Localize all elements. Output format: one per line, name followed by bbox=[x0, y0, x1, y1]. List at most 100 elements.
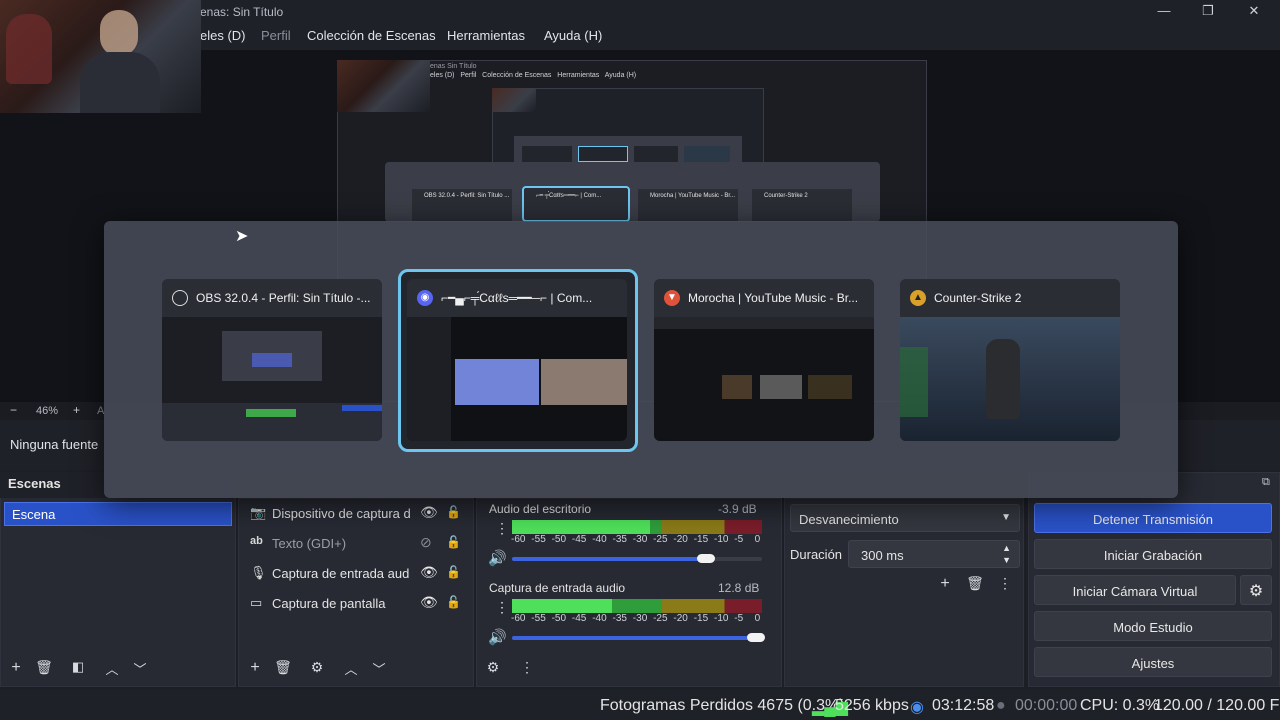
move-up-icon[interactable]: ︿ bbox=[340, 659, 362, 681]
source-item[interactable]: ab Texto (GDI+) ⊘ 🔓 bbox=[248, 532, 472, 556]
speaker-icon[interactable]: 🔊 bbox=[488, 549, 507, 567]
no-source-label: Ninguna fuente bbox=[10, 437, 99, 452]
chevron-down-icon: ▼ bbox=[1001, 512, 1011, 523]
switcher-card-cs2[interactable]: Counter-Strike 2 ▲ bbox=[900, 279, 1120, 441]
move-up-icon[interactable]: ︿ bbox=[101, 659, 123, 681]
source-item[interactable]: 📷 Dispositivo de captura d 👁 🔓 bbox=[248, 502, 472, 526]
source-settings-icon[interactable]: ⚙ bbox=[306, 659, 328, 681]
source-item[interactable]: 🎙 Captura de entrada aud 👁 🔓 bbox=[248, 562, 472, 586]
meter-tick-label: -45 bbox=[571, 534, 587, 545]
volume-slider-2[interactable] bbox=[512, 633, 765, 642]
menu-herramientas[interactable]: Herramientas bbox=[447, 28, 525, 43]
mixer-menu-icon[interactable]: ⋮ bbox=[495, 599, 509, 616]
card-thumbnail bbox=[162, 317, 382, 441]
mixer-settings-icon[interactable]: ⚙ bbox=[482, 659, 504, 681]
switcher-card-brave[interactable]: Morocha | YouTube Music - Br... ▼ bbox=[654, 279, 874, 441]
mixer-channel-name: Captura de entrada audio bbox=[489, 581, 626, 595]
nested-menu-item: Herramientas bbox=[557, 72, 600, 79]
start-virtualcam-button[interactable]: Iniciar Cámara Virtual bbox=[1034, 575, 1236, 605]
nested-menu-item: Colección de Escenas bbox=[482, 72, 552, 79]
source-label: Captura de entrada aud bbox=[272, 566, 410, 581]
eye-icon[interactable]: 👁 bbox=[420, 504, 438, 521]
source-label: Captura de pantalla bbox=[272, 596, 386, 611]
source-item[interactable]: ▭ Captura de pantalla 👁 🔓 bbox=[248, 592, 472, 616]
meter-tick-label: -35 bbox=[612, 613, 627, 624]
stream-icon: ◉ bbox=[910, 699, 924, 716]
delete-transition-button[interactable]: 🗑 bbox=[964, 575, 986, 597]
duration-value: 300 ms bbox=[861, 548, 904, 563]
studio-mode-button[interactable]: Modo Estudio bbox=[1034, 611, 1272, 641]
transition-select-value: Desvanecimiento bbox=[799, 512, 899, 527]
add-transition-button[interactable]: + bbox=[934, 575, 956, 597]
lock-icon[interactable]: 🔓 bbox=[446, 535, 461, 549]
obs-icon bbox=[172, 290, 188, 306]
eye-hidden-icon[interactable]: ⊘ bbox=[420, 534, 432, 551]
card-title: OBS 32.0.4 - Perfil: Sin Título -... bbox=[162, 279, 382, 317]
undock-icon[interactable]: ⧉ bbox=[1262, 476, 1270, 489]
lock-icon[interactable]: 🔓 bbox=[446, 595, 461, 609]
move-down-icon[interactable]: ﹀ bbox=[368, 659, 390, 681]
nested-menu-item: Ayuda (H) bbox=[604, 72, 637, 79]
window-title: enas: Sin Título bbox=[200, 5, 284, 19]
eye-icon[interactable]: 👁 bbox=[420, 564, 438, 581]
scene-item[interactable]: Escena bbox=[4, 502, 232, 526]
lock-icon[interactable]: 🔓 bbox=[446, 505, 461, 519]
meter-tick-label: -50 bbox=[551, 613, 567, 624]
close-button[interactable]: ✕ bbox=[1244, 3, 1264, 21]
zoom-out-button[interactable]: − bbox=[10, 403, 17, 417]
transition-select[interactable]: Desvanecimiento ▼ bbox=[790, 504, 1020, 532]
zoom-level: 46% bbox=[36, 405, 59, 417]
webcam-feed-image bbox=[0, 0, 201, 113]
add-source-button[interactable]: + bbox=[244, 659, 266, 681]
mixer-menu-icon[interactable]: ⋮ bbox=[495, 520, 509, 537]
nested-webcam-2 bbox=[492, 88, 536, 112]
menu-paneles[interactable]: eles (D) bbox=[200, 28, 246, 43]
filter-scene-icon[interactable]: ◧ bbox=[67, 659, 89, 681]
duration-label: Duración bbox=[790, 547, 843, 562]
minimize-button[interactable]: — bbox=[1154, 3, 1174, 21]
meter-tick-label: -5 bbox=[734, 613, 744, 624]
menu-ayuda[interactable]: Ayuda (H) bbox=[544, 28, 602, 43]
source-label: Texto (GDI+) bbox=[272, 536, 347, 551]
add-scene-button[interactable]: + bbox=[5, 659, 27, 681]
stop-stream-button[interactable]: Detener Transmisión bbox=[1034, 503, 1272, 533]
meter-tick-label: -15 bbox=[693, 613, 709, 624]
meter-tick-label: -45 bbox=[571, 613, 587, 624]
switcher-card-obs[interactable]: OBS 32.0.4 - Perfil: Sin Título -... bbox=[162, 279, 382, 441]
nested-mini-card bbox=[634, 146, 678, 162]
card-title: Counter-Strike 2 bbox=[900, 279, 1120, 317]
virtualcam-settings-icon[interactable]: ⚙ bbox=[1240, 575, 1272, 605]
volume-slider-1[interactable] bbox=[512, 554, 762, 563]
bitrate: 5256 kbps bbox=[835, 697, 909, 714]
start-recording-button[interactable]: Iniciar Grabación bbox=[1034, 539, 1272, 569]
eye-icon[interactable]: 👁 bbox=[420, 594, 438, 611]
audio-meter-1 bbox=[512, 520, 762, 534]
mixer-more-icon[interactable]: ⋮ bbox=[516, 659, 538, 681]
volume-knob[interactable] bbox=[747, 633, 765, 642]
delete-scene-button[interactable]: 🗑 bbox=[33, 659, 55, 681]
meter-tick-label: -40 bbox=[592, 534, 607, 545]
move-down-icon[interactable]: ﹀ bbox=[129, 659, 151, 681]
nested-menu-item: eles (D) bbox=[430, 72, 455, 79]
volume-knob[interactable] bbox=[697, 554, 715, 563]
audio-meter-2 bbox=[512, 599, 762, 613]
speaker-icon[interactable]: 🔊 bbox=[488, 628, 507, 646]
lock-icon[interactable]: 🔓 bbox=[446, 565, 461, 579]
transition-more-icon[interactable]: ⋮ bbox=[994, 575, 1016, 597]
nested-mini-card bbox=[684, 146, 730, 162]
switcher-card-discord[interactable]: ⌐━▄⌐╤́Ϲαℓℓѕ═━━─⌐ | Com... ◉ bbox=[407, 279, 627, 441]
nested-title: enas Sin Título bbox=[430, 63, 477, 70]
restore-button[interactable]: ❐ bbox=[1198, 3, 1218, 21]
meter-tick-label: -25 bbox=[653, 613, 668, 624]
menu-coleccion-escenas[interactable]: Colección de Escenas bbox=[307, 28, 436, 43]
monitor-icon: ▭ bbox=[250, 595, 263, 610]
settings-button[interactable]: Ajustes bbox=[1034, 647, 1272, 677]
delete-source-button[interactable]: 🗑 bbox=[272, 659, 294, 681]
nested-card: OBS 32.0.4 - Perfil: Sin Título ... bbox=[412, 189, 512, 221]
meter-tick-label: -5 bbox=[734, 534, 744, 545]
meter-tick-label: 0 bbox=[754, 613, 761, 624]
menu-perfil[interactable]: Perfil bbox=[261, 28, 291, 43]
stepper-icon[interactable]: ▲ ▼ bbox=[1002, 542, 1011, 566]
zoom-in-button[interactable]: + bbox=[73, 403, 80, 417]
duration-field[interactable]: 300 ms ▲ ▼ bbox=[848, 540, 1020, 568]
